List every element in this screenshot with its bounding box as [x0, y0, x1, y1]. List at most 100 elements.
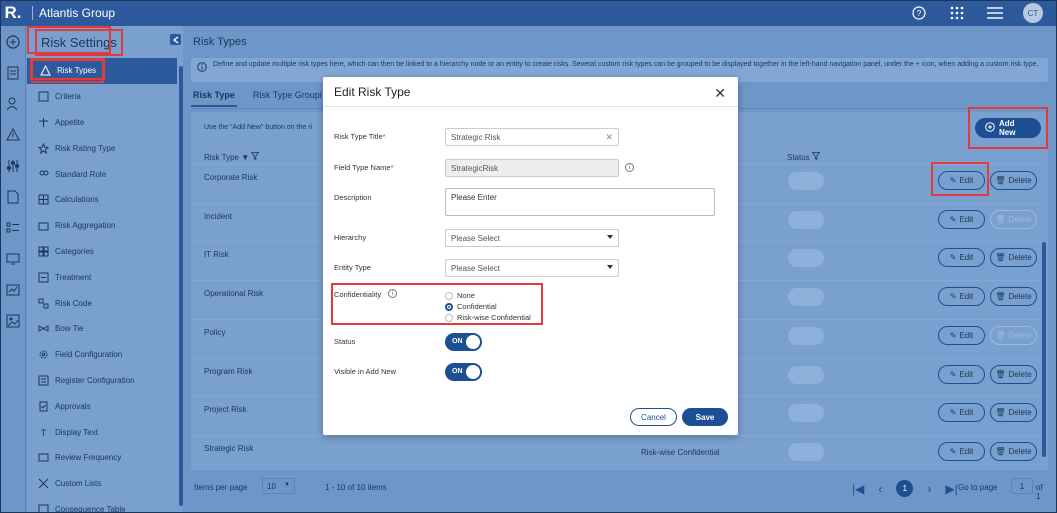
- register-icon[interactable]: [0, 57, 26, 88]
- confidentiality-option-none[interactable]: None: [445, 291, 475, 300]
- confidentiality-option-confidential[interactable]: Confidential: [445, 302, 497, 311]
- confidentiality-option-risk-wise[interactable]: Risk-wise Confidential: [445, 313, 531, 322]
- sidebar-item-register-configuration[interactable]: Register Configuration: [27, 368, 177, 394]
- info-icon[interactable]: i: [625, 163, 634, 172]
- column-header-status[interactable]: Status: [787, 152, 821, 162]
- sidebar-item-appetite[interactable]: Appetite: [27, 110, 177, 136]
- delete-button[interactable]: 🗑 Delete: [990, 441, 1037, 461]
- sidebar-item-approvals[interactable]: Approvals: [27, 393, 177, 419]
- status-toggle[interactable]: [788, 365, 824, 384]
- add-new-label: Add New: [999, 119, 1016, 137]
- sidebar-item-treatment[interactable]: Treatment: [27, 264, 177, 290]
- trash-icon: 🗑: [995, 408, 1006, 418]
- delete-button[interactable]: 🗑 Delete: [990, 403, 1037, 423]
- add-icon[interactable]: [0, 26, 26, 57]
- info-icon[interactable]: i: [388, 289, 397, 298]
- sidebar-item-field-configuration[interactable]: Field Configuration: [27, 342, 177, 368]
- avatar[interactable]: CT: [1023, 3, 1043, 23]
- sort-desc-icon[interactable]: ▼: [241, 153, 249, 162]
- sidebar-item-calculations[interactable]: Calculations: [27, 187, 177, 213]
- radio-button-selected[interactable]: [445, 302, 453, 311]
- risk-type-title-input[interactable]: Strategic Risk ✕: [445, 128, 619, 146]
- delete-button[interactable]: 🗑 Delete: [990, 287, 1037, 307]
- delete-button[interactable]: 🗑 Delete: [990, 209, 1037, 229]
- risk-type-name: Project Risk: [204, 405, 247, 415]
- goto-page-input[interactable]: 1: [1011, 478, 1033, 494]
- sliders-icon[interactable]: [0, 150, 26, 181]
- monitor-icon[interactable]: [0, 243, 26, 274]
- help-icon[interactable]: ?: [909, 3, 929, 23]
- description-textarea[interactable]: Please Enter: [445, 188, 715, 216]
- column-header-risk-type[interactable]: Risk Type ▼: [204, 152, 260, 162]
- apps-grid-icon[interactable]: [947, 3, 967, 23]
- cancel-button[interactable]: Cancel: [630, 408, 677, 426]
- edit-button[interactable]: ✎ Edit: [938, 364, 985, 384]
- edit-button[interactable]: ✎ Edit: [938, 403, 985, 423]
- status-toggle[interactable]: ON: [445, 333, 482, 351]
- close-icon[interactable]: ✕: [714, 85, 726, 102]
- grid-scrollbar[interactable]: [1042, 242, 1046, 457]
- add-new-button[interactable]: Add New: [975, 118, 1041, 138]
- sidebar-item-bow-tie[interactable]: Bow Tie: [27, 316, 177, 342]
- save-button[interactable]: Save: [682, 408, 728, 426]
- hierarchy-select[interactable]: Please Select: [445, 229, 619, 247]
- warning-icon[interactable]: [0, 119, 26, 150]
- items-per-page-select[interactable]: 10 ▼: [262, 478, 295, 494]
- last-page-icon[interactable]: ▶|: [945, 482, 957, 496]
- entity-type-select[interactable]: Please Select: [445, 259, 619, 277]
- sidebar-item-risk-rating-type[interactable]: Risk Rating Type: [27, 135, 177, 161]
- delete-button[interactable]: 🗑 Delete: [990, 248, 1037, 268]
- edit-button[interactable]: ✎ Edit: [938, 287, 985, 307]
- status-toggle[interactable]: [788, 404, 824, 423]
- sidebar-item-consequence-table[interactable]: Consequence Table: [27, 497, 177, 513]
- sidebar-item-risk-aggregation[interactable]: Risk Aggregation: [27, 213, 177, 239]
- sidebar-item-review-frequency[interactable]: Review Frequency: [27, 445, 177, 471]
- status-toggle[interactable]: [788, 326, 824, 345]
- visible-in-add-new-toggle[interactable]: ON: [445, 363, 482, 381]
- edit-button[interactable]: ✎ Edit: [938, 209, 985, 229]
- delete-button[interactable]: 🗑 Delete: [990, 364, 1037, 384]
- filter-icon[interactable]: [251, 152, 260, 162]
- checklist-icon[interactable]: [0, 212, 26, 243]
- clear-icon[interactable]: ✕: [605, 132, 613, 143]
- first-page-icon[interactable]: |◀: [852, 482, 864, 496]
- sidebar-item-criteria[interactable]: Criteria: [27, 84, 177, 110]
- gallery-icon[interactable]: [0, 305, 26, 336]
- categories-icon: [37, 245, 49, 257]
- edit-button[interactable]: ✎ Edit: [938, 325, 985, 345]
- sidebar-scrollbar[interactable]: [179, 66, 183, 506]
- document-icon[interactable]: [0, 181, 26, 212]
- page-title: Risk Types: [193, 36, 247, 48]
- sidebar-item-categories[interactable]: Categories: [27, 239, 177, 265]
- delete-button[interactable]: 🗑 Delete: [990, 325, 1037, 345]
- radio-button[interactable]: [445, 291, 453, 300]
- menu-icon[interactable]: [985, 3, 1005, 23]
- filter-icon[interactable]: [811, 152, 821, 162]
- edit-button[interactable]: ✎ Edit: [938, 171, 985, 190]
- edit-button[interactable]: ✎ Edit: [938, 441, 985, 461]
- table-icon: [37, 503, 49, 513]
- tab-risk-type-group[interactable]: Risk Type Groupi: [251, 88, 324, 107]
- sidebar-item-risk-code[interactable]: Risk Code: [27, 290, 177, 316]
- delete-label: Delete: [1008, 176, 1032, 185]
- sidebar-item-display-text[interactable]: T Display Text: [27, 419, 177, 445]
- edit-button[interactable]: ✎ Edit: [938, 248, 985, 268]
- prev-page-icon[interactable]: ‹: [878, 482, 882, 496]
- risk-type-name: Incident: [204, 211, 233, 221]
- user-settings-icon[interactable]: [0, 88, 26, 119]
- radio-button[interactable]: [445, 313, 453, 322]
- status-toggle[interactable]: [788, 442, 824, 461]
- sidebar-item-standard-role[interactable]: Standard Role: [27, 161, 177, 187]
- collapse-sidebar-icon[interactable]: [170, 34, 181, 45]
- status-toggle[interactable]: [788, 210, 824, 229]
- sidebar-item-custom-lists[interactable]: Custom Lists: [27, 471, 177, 497]
- status-toggle[interactable]: [788, 172, 824, 190]
- next-page-icon[interactable]: ›: [927, 482, 931, 496]
- status-toggle[interactable]: [788, 249, 824, 268]
- chart-icon[interactable]: [0, 274, 26, 305]
- delete-button[interactable]: 🗑 Delete: [990, 171, 1037, 190]
- status-toggle[interactable]: [788, 288, 824, 307]
- app-logo[interactable]: R.: [0, 0, 26, 26]
- page-number-button[interactable]: 1: [896, 480, 914, 497]
- tab-risk-type[interactable]: Risk Type: [191, 88, 237, 107]
